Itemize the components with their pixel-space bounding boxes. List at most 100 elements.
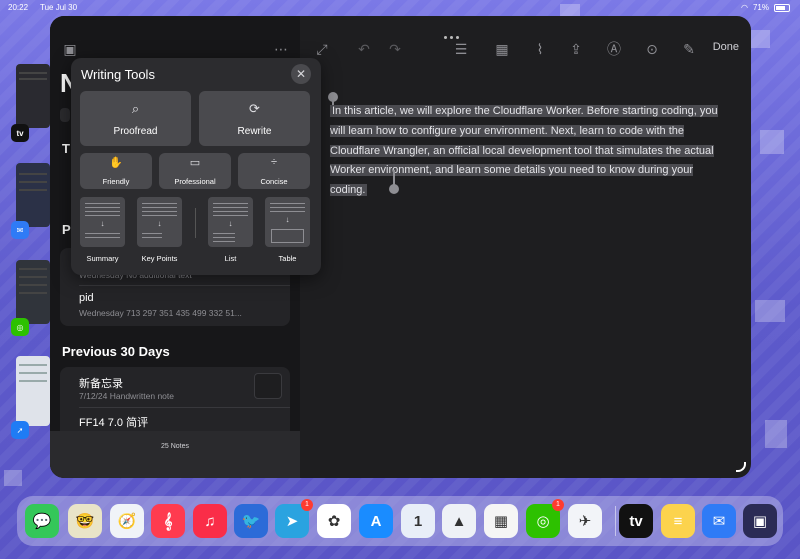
share-icon[interactable]: ⇪: [567, 41, 585, 57]
status-bar: 20:22 Tue Jul 30 ◠ 71%: [0, 0, 800, 16]
apple-tv-icon: tv: [11, 124, 29, 142]
dock-app-music[interactable]: ♫: [193, 504, 227, 538]
magnifier-icon: ⌕: [131, 101, 140, 116]
wechat-icon: ◎: [11, 318, 29, 336]
note-editor[interactable]: In this article, we will explore the Clo…: [330, 101, 722, 200]
hand-icon: ✋: [109, 157, 123, 169]
rewrite-icon: ⟳: [249, 101, 260, 116]
note-subtitle: Wednesday 713 297 351 435 499 332 51...: [79, 308, 242, 318]
divider: [79, 407, 290, 408]
undo-icon[interactable]: ↶: [355, 41, 373, 57]
note-title[interactable]: pid: [79, 292, 94, 304]
battery-percent: 71%: [752, 3, 769, 12]
dock-app-1password[interactable]: 1: [401, 504, 435, 538]
arrow-down-icon: ↓: [228, 219, 233, 228]
table-button[interactable]: ↓: [265, 197, 310, 247]
writing-tools-title: Writing Tools: [81, 67, 155, 82]
rewrite-label: Rewrite: [237, 126, 272, 137]
professional-label: Professional: [174, 177, 216, 186]
dock-app-mail[interactable]: ✉: [702, 504, 736, 538]
compose-icon[interactable]: ✎: [680, 41, 698, 57]
arrow-down-icon: ↓: [100, 219, 105, 228]
divide-icon: ÷: [270, 156, 278, 168]
dock-app-photos[interactable]: ✿: [317, 504, 351, 538]
stage-thumbnail-safari[interactable]: [16, 356, 50, 426]
note-thumbnail: [254, 373, 282, 399]
dock-app-music-creator[interactable]: 𝄞: [151, 504, 185, 538]
dock-app-app-store[interactable]: A: [359, 504, 393, 538]
note-count: 25 Notes: [160, 443, 190, 450]
dock-app-game[interactable]: 🐦: [234, 504, 268, 538]
concise-label: Concise: [260, 177, 288, 186]
dock-app-app-library[interactable]: ▣: [743, 504, 777, 538]
dock: 💬 🤓 🧭 𝄞 ♫ 🐦 ➤ 1 ✿ A 1 ▲ ▦ ◎ 1 ✈ tv ≡ ✉ ▣: [17, 496, 783, 546]
attachment-icon[interactable]: ⌇: [531, 41, 549, 57]
wallpaper-pixel: [765, 420, 787, 448]
dock-app-messages[interactable]: 💬: [25, 504, 59, 538]
selected-note-text[interactable]: In this article, we will explore the Clo…: [330, 105, 718, 197]
friendly-button[interactable]: ✋ Friendly: [80, 153, 152, 189]
friendly-label: Friendly: [102, 177, 130, 186]
note-title[interactable]: 新备忘录: [79, 375, 123, 391]
sidebar-footer: [50, 431, 300, 478]
stage-thumbnail-tv[interactable]: [16, 64, 50, 128]
arrow-down-icon: ↓: [157, 219, 162, 228]
section-previous-30-days: Previous 30 Days: [62, 344, 170, 359]
close-icon: ✕: [295, 67, 307, 81]
rewrite-button[interactable]: ⟳ Rewrite: [199, 91, 310, 146]
notification-badge: 1: [301, 499, 313, 511]
sidebar-toggle-icon[interactable]: ▣: [61, 41, 79, 57]
summary-button[interactable]: ↓: [80, 197, 125, 247]
dock-separator: [615, 506, 616, 536]
divider: [195, 208, 196, 238]
dock-app-notes[interactable]: ≡: [661, 504, 695, 538]
table-icon[interactable]: ▦: [493, 41, 511, 57]
more-options-icon[interactable]: ⊙: [643, 41, 661, 57]
arrow-down-icon: ↓: [285, 215, 290, 224]
stage-thumbnail-mail[interactable]: [16, 163, 50, 227]
done-button[interactable]: Done: [713, 41, 739, 53]
divider: [79, 285, 290, 286]
checklist-icon[interactable]: ☰: [452, 41, 470, 57]
list-button[interactable]: ↓: [208, 197, 253, 247]
wallpaper-pixel: [755, 300, 785, 322]
proofread-button[interactable]: ⌕ Proofread: [80, 91, 191, 146]
table-label: Table: [278, 254, 297, 263]
stage-thumbnail-wechat[interactable]: [16, 260, 50, 324]
dock-app-fantastical[interactable]: ▦: [484, 504, 518, 538]
dock-app-memoji[interactable]: 🤓: [68, 504, 102, 538]
proofread-label: Proofread: [113, 126, 158, 137]
writing-tools-panel: Writing Tools ✕ ⌕ Proofread ⟳ Rewrite ✋ …: [71, 58, 321, 275]
status-time: 20:22: [8, 3, 29, 12]
expand-icon[interactable]: ⤢: [313, 41, 331, 57]
dock-app-safari[interactable]: 🧭: [110, 504, 144, 538]
summary-label: Summary: [86, 254, 119, 263]
redo-icon[interactable]: ↷: [386, 41, 404, 57]
search-field-partial[interactable]: [60, 108, 70, 122]
dock-app-spark[interactable]: ▲: [442, 504, 476, 538]
section-title-partial: T: [62, 141, 70, 156]
mail-icon: ✉: [11, 221, 29, 239]
wallpaper-pixel: [760, 130, 784, 154]
selection-end-handle[interactable]: [389, 184, 399, 194]
key-points-button[interactable]: ↓: [137, 197, 182, 247]
markup-icon[interactable]: Ⓐ: [605, 41, 623, 57]
close-button[interactable]: ✕: [291, 64, 311, 84]
concise-button[interactable]: ÷ Concise: [238, 153, 310, 189]
battery-icon: [774, 3, 790, 12]
wifi-icon: ◠: [741, 3, 748, 12]
more-icon[interactable]: ⋯: [272, 41, 290, 57]
dock-app-airline[interactable]: ✈: [568, 504, 602, 538]
table-glyph: [271, 229, 304, 243]
note-subtitle: 7/12/24 Handwritten note: [79, 391, 174, 401]
note-title[interactable]: FF14 7.0 简评: [79, 414, 148, 430]
wallpaper-pixel: [4, 470, 22, 486]
section-title-partial: P: [62, 222, 71, 237]
dock-app-apple-tv[interactable]: tv: [619, 504, 653, 538]
professional-button[interactable]: ▭ Professional: [159, 153, 231, 189]
window-grabber[interactable]: [444, 36, 459, 39]
resize-corner-icon[interactable]: [736, 462, 746, 472]
briefcase-icon: ▭: [189, 157, 201, 169]
key-points-label: Key Points: [141, 254, 178, 263]
status-date: Tue Jul 30: [40, 3, 78, 12]
